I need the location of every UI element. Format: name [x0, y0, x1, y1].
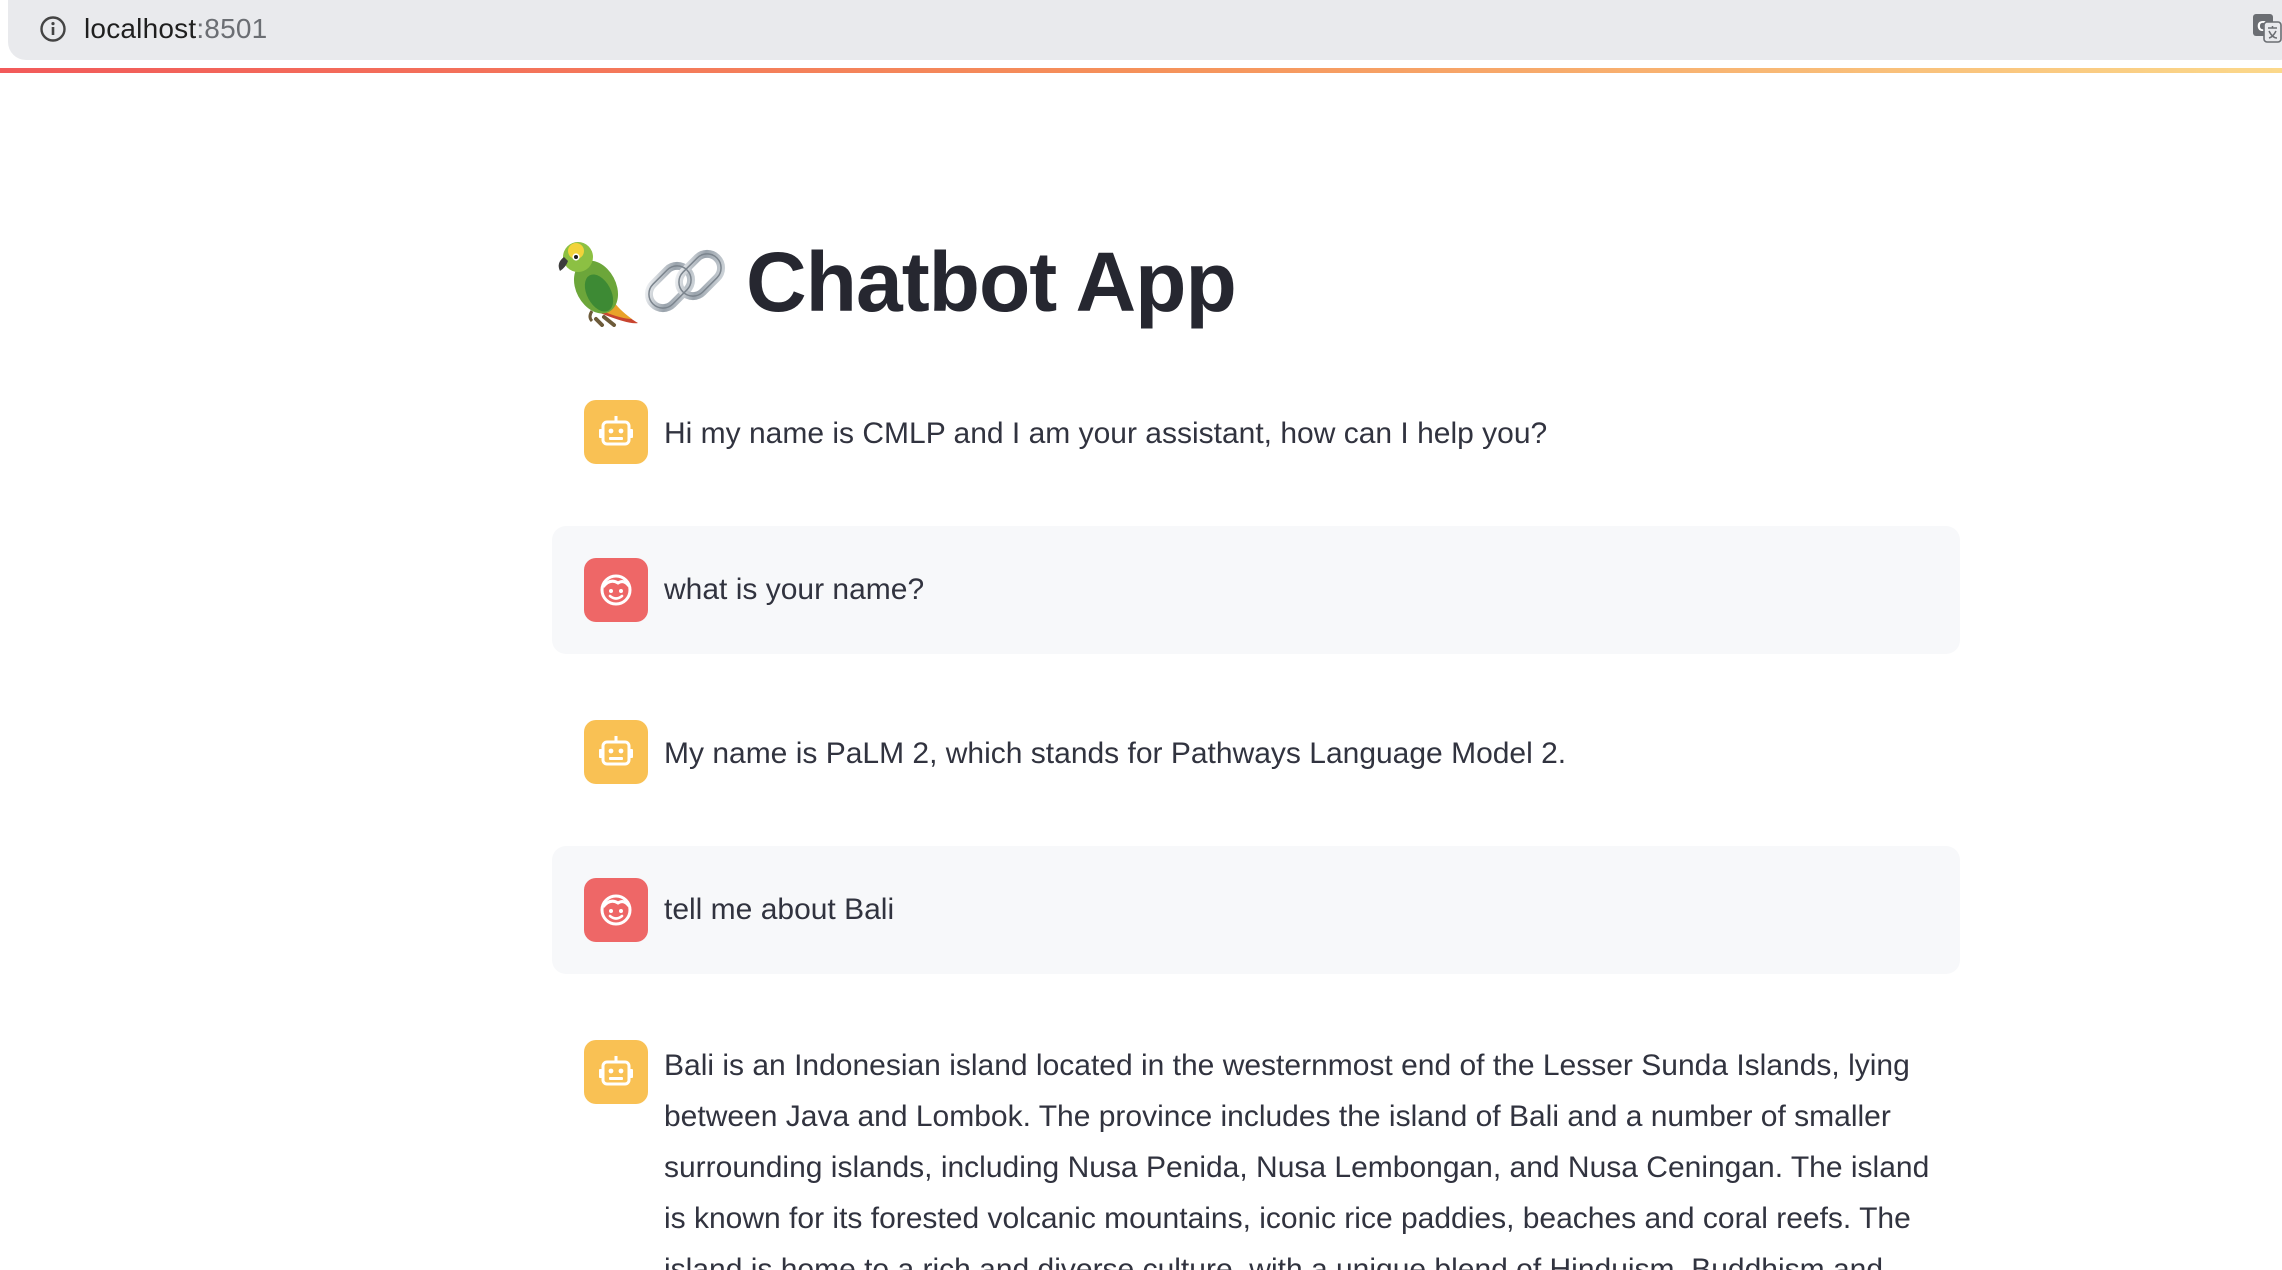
assistant-avatar	[584, 720, 648, 784]
info-icon[interactable]	[38, 14, 68, 44]
header-decoration-stripe	[0, 68, 2282, 73]
link-emoji	[644, 249, 726, 313]
message-text: Bali is an Indonesian island located in …	[664, 1049, 1930, 1270]
chat-message-user: tell me about Bali	[552, 846, 1960, 974]
browser-address-bar[interactable]: localhost:8501	[8, 0, 2282, 60]
chat-message-assistant: Bali is an Indonesian island located in …	[552, 1028, 1960, 1270]
assistant-avatar	[584, 1040, 648, 1104]
robot-face-icon	[599, 416, 633, 446]
parrot-emoji	[558, 242, 638, 327]
smiling-face-icon	[600, 574, 632, 606]
message-text: My name is PaLM 2, which stands for Path…	[664, 737, 1567, 770]
page-title: Chatbot App	[746, 235, 1237, 329]
user-avatar	[584, 878, 648, 942]
chat-message-assistant: Hi my name is CMLP and I am your assista…	[552, 388, 1960, 476]
robot-face-icon	[599, 736, 633, 766]
title-emojis	[552, 237, 730, 327]
chat-message-assistant: My name is PaLM 2, which stands for Path…	[552, 708, 1960, 796]
translate-icon[interactable]: G	[2252, 12, 2282, 44]
url-host: localhost	[84, 13, 197, 44]
assistant-avatar	[584, 400, 648, 464]
user-avatar	[584, 558, 648, 622]
message-text: what is your name?	[664, 573, 925, 606]
robot-face-icon	[599, 1056, 633, 1086]
message-text: Hi my name is CMLP and I am your assista…	[664, 417, 1548, 450]
chat-message-user: what is your name?	[552, 526, 1960, 654]
url-port: :8501	[196, 13, 268, 44]
smiling-face-icon	[600, 894, 632, 926]
message-text: tell me about Bali	[664, 893, 895, 926]
url-text[interactable]: localhost:8501	[84, 11, 267, 47]
page-title-row: Chatbot App	[552, 232, 1237, 332]
